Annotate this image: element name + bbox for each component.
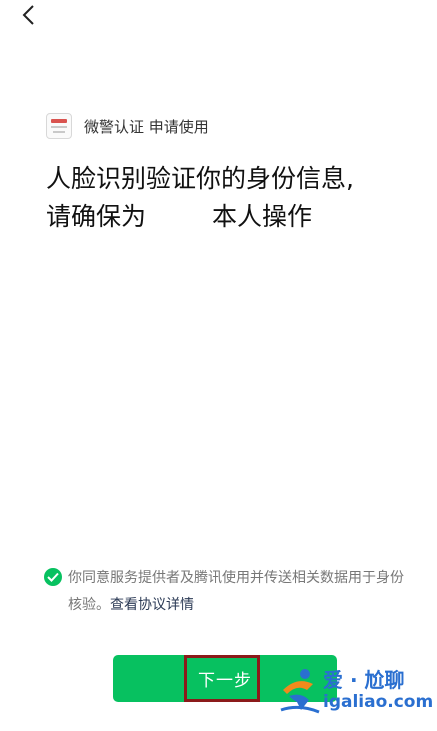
requester-text: 微警认证 申请使用 [84,117,209,136]
back-button[interactable] [18,4,42,28]
headline-line-2-suffix: 本人操作 [212,202,313,231]
highlight-box [184,655,260,702]
watermark-logo-icon [280,669,320,714]
page-headline: 人脸识别验证你的身份信息, 请确保为 本人操作 [46,160,416,236]
headline-line-2-prefix: 请确保为 [46,202,147,231]
check-circle-icon[interactable] [44,568,62,586]
headline-line-2: 请确保为 本人操作 [46,198,416,236]
watermark: 爱 · 尬聊 igaliao.com [279,662,433,722]
view-agreement-link[interactable]: 查看协议详情 [110,597,194,613]
agreement-text: 你同意服务提供者及腾讯使用并传送相关数据用于身份核验。查看协议详情 [68,565,414,619]
app-logo-icon [46,113,72,139]
watermark-domain: igaliao.com [323,692,434,712]
watermark-title: 爱 · 尬聊 [323,668,405,692]
chevron-left-icon [22,5,34,25]
requester-row: 微警认证 申请使用 [46,113,209,139]
headline-line-1: 人脸识别验证你的身份信息, [46,164,354,193]
agreement-row: 你同意服务提供者及腾讯使用并传送相关数据用于身份核验。查看协议详情 [44,565,414,619]
